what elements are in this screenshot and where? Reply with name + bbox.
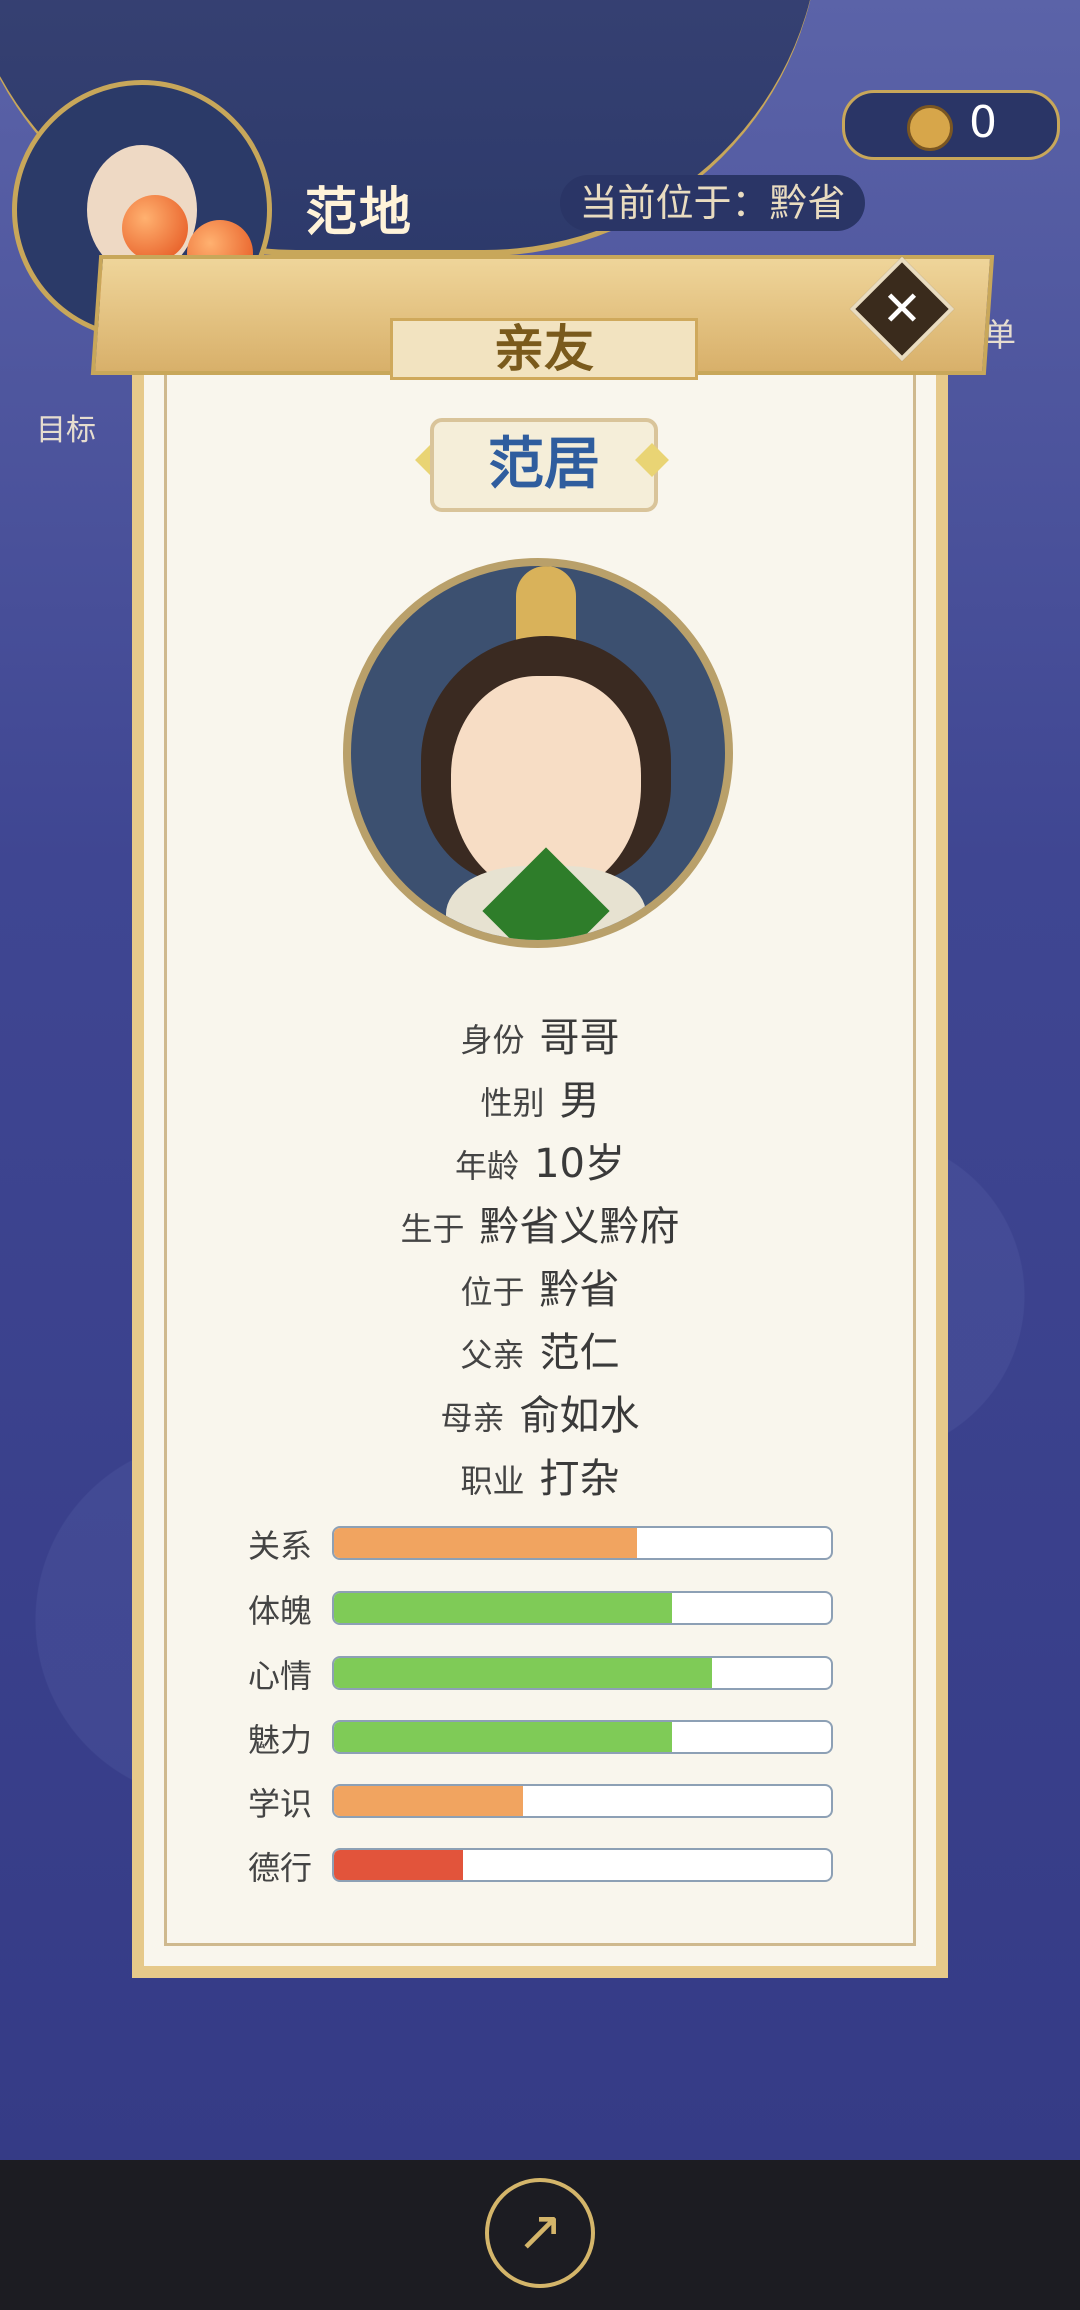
stat-row-virtue: 德行 [248,1848,833,1887]
info-value: 范仁 [539,1330,620,1376]
character-portrait [343,558,733,948]
info-row: 职业 打杂 [132,1446,948,1509]
info-row: 性别 男 [132,1068,948,1131]
stat-bar [332,1784,833,1818]
info-label: 父亲 [460,1336,525,1374]
info-value: 黔省义黔府 [479,1204,680,1250]
info-label: 生于 [400,1210,465,1248]
stat-label: 魅力 [248,1721,313,1759]
info-value: 俞如水 [519,1393,640,1439]
info-label: 身份 [460,1021,525,1059]
current-location: 当前位于：黔省 [560,175,865,231]
stat-row-charm: 魅力 [248,1720,833,1759]
coin-value: 0 [969,97,997,148]
panel-title: 亲友 [390,318,698,380]
info-row: 母亲 俞如水 [132,1383,948,1446]
stat-bar [332,1591,833,1625]
info-value: 黔省 [539,1267,620,1313]
stat-row-mood: 心情 [248,1656,833,1695]
info-row: 年龄 10岁 [132,1131,948,1194]
info-value: 哥哥 [539,1015,620,1061]
player-name: 范地 [305,183,414,243]
stat-bar [332,1720,833,1754]
stat-bar [332,1848,833,1882]
stat-fill [334,1593,672,1623]
stat-row-knowledge: 学识 [248,1784,833,1823]
bottom-bar: ↗ [0,2160,1080,2310]
info-label: 职业 [460,1462,525,1500]
stat-fill [334,1722,672,1752]
info-label: 位于 [460,1273,525,1311]
info-value: 男 [559,1078,600,1124]
stat-label: 心情 [248,1657,313,1695]
stat-label: 德行 [248,1849,313,1887]
info-value: 10岁 [534,1141,625,1187]
info-row: 身份 哥哥 [132,1005,948,1068]
stat-fill [334,1658,712,1688]
stat-bar [332,1526,833,1560]
info-label: 母亲 [440,1399,505,1437]
share-icon: ↗ [516,2199,564,2264]
info-label: 性别 [480,1084,545,1122]
share-button[interactable]: ↗ [485,2178,595,2288]
info-row: 位于 黔省 [132,1257,948,1320]
stat-fill [334,1786,523,1816]
stat-bar [332,1656,833,1690]
character-name: 范居 [430,418,658,512]
stat-label: 体魄 [248,1592,313,1630]
close-icon: ✕ [881,281,923,337]
stat-label: 关系 [248,1527,313,1565]
character-info-list: 身份 哥哥 性别 男 年龄 10岁 生于 黔省义黔府 位于 黔省 父亲 范仁 母… [132,1005,948,1509]
stat-fill [334,1528,638,1558]
coin-counter[interactable]: 0 [842,90,1060,160]
stat-label: 学识 [248,1785,313,1823]
stat-fill [334,1850,464,1880]
info-label: 年龄 [454,1147,519,1185]
stat-row-relationship: 关系 [248,1526,833,1565]
coin-icon [907,105,953,151]
info-value: 打杂 [539,1456,620,1502]
goal-label[interactable]: 目标 [36,405,96,449]
info-row: 父亲 范仁 [132,1320,948,1383]
stat-row-physique: 体魄 [248,1591,833,1630]
info-row: 生于 黔省义黔府 [132,1194,948,1257]
